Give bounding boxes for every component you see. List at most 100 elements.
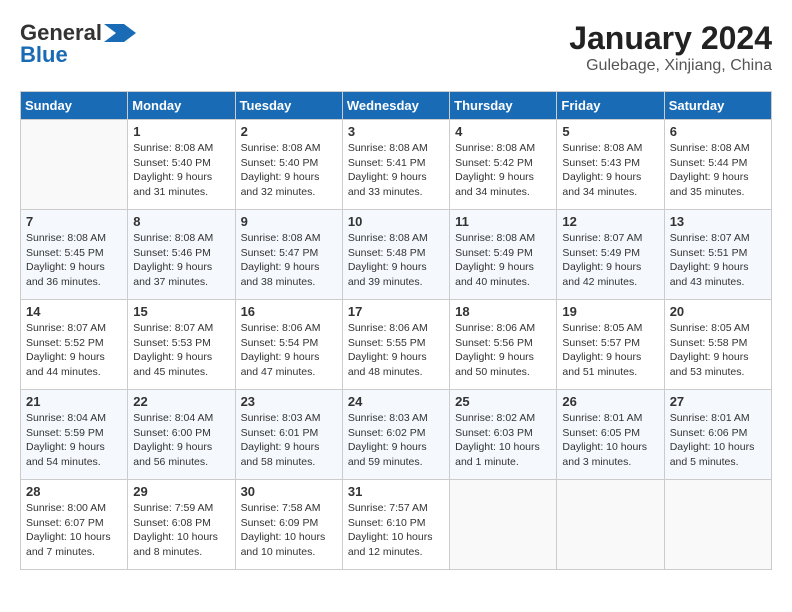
- day-number: 29: [133, 484, 229, 499]
- day-info: Sunrise: 8:08 AMSunset: 5:40 PMDaylight:…: [133, 141, 229, 200]
- day-info: Sunrise: 8:08 AMSunset: 5:48 PMDaylight:…: [348, 231, 444, 290]
- calendar-cell: 25 Sunrise: 8:02 AMSunset: 6:03 PMDayligh…: [450, 390, 557, 480]
- calendar-cell: 12 Sunrise: 8:07 AMSunset: 5:49 PMDayligh…: [557, 210, 664, 300]
- calendar-cell: 11Sunrise: 8:08 AMSunset: 5:49 PMDayligh…: [450, 210, 557, 300]
- page-header: General Blue January 2024 Gulebage, Xinj…: [20, 20, 772, 75]
- day-info: Sunrise: 8:07 AMSunset: 5:52 PMDaylight:…: [26, 321, 122, 380]
- calendar-cell: 8 Sunrise: 8:08 AMSunset: 5:46 PMDaylight…: [128, 210, 235, 300]
- calendar-cell: 30 Sunrise: 7:58 AMSunset: 6:09 PMDayligh…: [235, 480, 342, 570]
- day-number: 20: [670, 304, 766, 319]
- calendar-cell: [21, 120, 128, 210]
- calendar-cell: [664, 480, 771, 570]
- calendar-cell: [557, 480, 664, 570]
- day-info: Sunrise: 8:08 AMSunset: 5:45 PMDaylight:…: [26, 231, 122, 290]
- day-info: Sunrise: 8:08 AMSunset: 5:46 PMDaylight:…: [133, 231, 229, 290]
- calendar-cell: 3 Sunrise: 8:08 AMSunset: 5:41 PMDaylight…: [342, 120, 449, 210]
- day-number: 9: [241, 214, 337, 229]
- day-info: Sunrise: 8:05 AMSunset: 5:58 PMDaylight:…: [670, 321, 766, 380]
- day-number: 1: [133, 124, 229, 139]
- day-number: 30: [241, 484, 337, 499]
- calendar-week-row: 21 Sunrise: 8:04 AMSunset: 5:59 PMDayligh…: [21, 390, 772, 480]
- calendar-cell: 19 Sunrise: 8:05 AMSunset: 5:57 PMDayligh…: [557, 300, 664, 390]
- day-number: 4: [455, 124, 551, 139]
- calendar-cell: 20 Sunrise: 8:05 AMSunset: 5:58 PMDayligh…: [664, 300, 771, 390]
- day-number: 31: [348, 484, 444, 499]
- day-info: Sunrise: 8:08 AMSunset: 5:41 PMDaylight:…: [348, 141, 444, 200]
- day-info: Sunrise: 8:08 AMSunset: 5:42 PMDaylight:…: [455, 141, 551, 200]
- day-number: 28: [26, 484, 122, 499]
- day-info: Sunrise: 8:05 AMSunset: 5:57 PMDaylight:…: [562, 321, 658, 380]
- calendar-cell: 28 Sunrise: 8:00 AMSunset: 6:07 PMDayligh…: [21, 480, 128, 570]
- calendar-cell: 29 Sunrise: 7:59 AMSunset: 6:08 PMDayligh…: [128, 480, 235, 570]
- day-number: 24: [348, 394, 444, 409]
- calendar-week-row: 7Sunrise: 8:08 AMSunset: 5:45 PMDaylight…: [21, 210, 772, 300]
- day-info: Sunrise: 8:01 AMSunset: 6:06 PMDaylight:…: [670, 411, 766, 470]
- calendar-cell: 5Sunrise: 8:08 AMSunset: 5:43 PMDaylight…: [557, 120, 664, 210]
- day-number: 11: [455, 214, 551, 229]
- calendar-cell: 6Sunrise: 8:08 AMSunset: 5:44 PMDaylight…: [664, 120, 771, 210]
- day-number: 13: [670, 214, 766, 229]
- calendar-body: 1 Sunrise: 8:08 AMSunset: 5:40 PMDaylight…: [21, 120, 772, 570]
- day-number: 5: [562, 124, 658, 139]
- day-number: 25: [455, 394, 551, 409]
- header-wednesday: Wednesday: [342, 92, 449, 120]
- day-number: 18: [455, 304, 551, 319]
- day-number: 14: [26, 304, 122, 319]
- day-info: Sunrise: 7:57 AMSunset: 6:10 PMDaylight:…: [348, 501, 444, 560]
- calendar-cell: 13 Sunrise: 8:07 AMSunset: 5:51 PMDayligh…: [664, 210, 771, 300]
- day-info: Sunrise: 8:03 AMSunset: 6:02 PMDaylight:…: [348, 411, 444, 470]
- calendar-table: SundayMondayTuesdayWednesdayThursdayFrid…: [20, 91, 772, 570]
- day-info: Sunrise: 8:02 AMSunset: 6:03 PMDaylight:…: [455, 411, 551, 470]
- logo-blue: Blue: [20, 42, 68, 68]
- day-info: Sunrise: 8:07 AMSunset: 5:49 PMDaylight:…: [562, 231, 658, 290]
- day-info: Sunrise: 8:07 AMSunset: 5:51 PMDaylight:…: [670, 231, 766, 290]
- calendar-cell: 16Sunrise: 8:06 AMSunset: 5:54 PMDayligh…: [235, 300, 342, 390]
- day-info: Sunrise: 7:58 AMSunset: 6:09 PMDaylight:…: [241, 501, 337, 560]
- day-number: 16: [241, 304, 337, 319]
- day-number: 10: [348, 214, 444, 229]
- day-info: Sunrise: 8:08 AMSunset: 5:47 PMDaylight:…: [241, 231, 337, 290]
- day-info: Sunrise: 7:59 AMSunset: 6:08 PMDaylight:…: [133, 501, 229, 560]
- calendar-cell: 24 Sunrise: 8:03 AMSunset: 6:02 PMDayligh…: [342, 390, 449, 480]
- calendar-cell: 17Sunrise: 8:06 AMSunset: 5:55 PMDayligh…: [342, 300, 449, 390]
- day-info: Sunrise: 8:01 AMSunset: 6:05 PMDaylight:…: [562, 411, 658, 470]
- day-info: Sunrise: 8:04 AMSunset: 5:59 PMDaylight:…: [26, 411, 122, 470]
- month-year: January 2024: [569, 20, 772, 57]
- day-number: 12: [562, 214, 658, 229]
- header-sunday: Sunday: [21, 92, 128, 120]
- day-number: 22: [133, 394, 229, 409]
- calendar-cell: 23Sunrise: 8:03 AMSunset: 6:01 PMDayligh…: [235, 390, 342, 480]
- day-info: Sunrise: 8:08 AMSunset: 5:40 PMDaylight:…: [241, 141, 337, 200]
- calendar-cell: 4 Sunrise: 8:08 AMSunset: 5:42 PMDaylight…: [450, 120, 557, 210]
- day-number: 8: [133, 214, 229, 229]
- calendar-cell: [450, 480, 557, 570]
- day-number: 6: [670, 124, 766, 139]
- calendar-cell: 1 Sunrise: 8:08 AMSunset: 5:40 PMDaylight…: [128, 120, 235, 210]
- day-number: 3: [348, 124, 444, 139]
- header-saturday: Saturday: [664, 92, 771, 120]
- day-info: Sunrise: 8:00 AMSunset: 6:07 PMDaylight:…: [26, 501, 122, 560]
- calendar-cell: 18 Sunrise: 8:06 AMSunset: 5:56 PMDayligh…: [450, 300, 557, 390]
- day-number: 2: [241, 124, 337, 139]
- calendar-cell: 31 Sunrise: 7:57 AMSunset: 6:10 PMDayligh…: [342, 480, 449, 570]
- calendar-cell: 27 Sunrise: 8:01 AMSunset: 6:06 PMDayligh…: [664, 390, 771, 480]
- header-thursday: Thursday: [450, 92, 557, 120]
- day-info: Sunrise: 8:06 AMSunset: 5:56 PMDaylight:…: [455, 321, 551, 380]
- title-block: January 2024 Gulebage, Xinjiang, China: [569, 20, 772, 75]
- location: Gulebage, Xinjiang, China: [569, 57, 772, 75]
- day-number: 19: [562, 304, 658, 319]
- calendar-week-row: 1 Sunrise: 8:08 AMSunset: 5:40 PMDaylight…: [21, 120, 772, 210]
- header-friday: Friday: [557, 92, 664, 120]
- day-number: 21: [26, 394, 122, 409]
- header-monday: Monday: [128, 92, 235, 120]
- day-number: 27: [670, 394, 766, 409]
- calendar-cell: 9 Sunrise: 8:08 AMSunset: 5:47 PMDaylight…: [235, 210, 342, 300]
- day-info: Sunrise: 8:06 AMSunset: 5:55 PMDaylight:…: [348, 321, 444, 380]
- logo-arrow-icon: [104, 24, 136, 42]
- calendar-week-row: 28 Sunrise: 8:00 AMSunset: 6:07 PMDayligh…: [21, 480, 772, 570]
- day-number: 15: [133, 304, 229, 319]
- calendar-cell: 26Sunrise: 8:01 AMSunset: 6:05 PMDayligh…: [557, 390, 664, 480]
- calendar-cell: 14 Sunrise: 8:07 AMSunset: 5:52 PMDayligh…: [21, 300, 128, 390]
- header-tuesday: Tuesday: [235, 92, 342, 120]
- calendar-cell: 2 Sunrise: 8:08 AMSunset: 5:40 PMDaylight…: [235, 120, 342, 210]
